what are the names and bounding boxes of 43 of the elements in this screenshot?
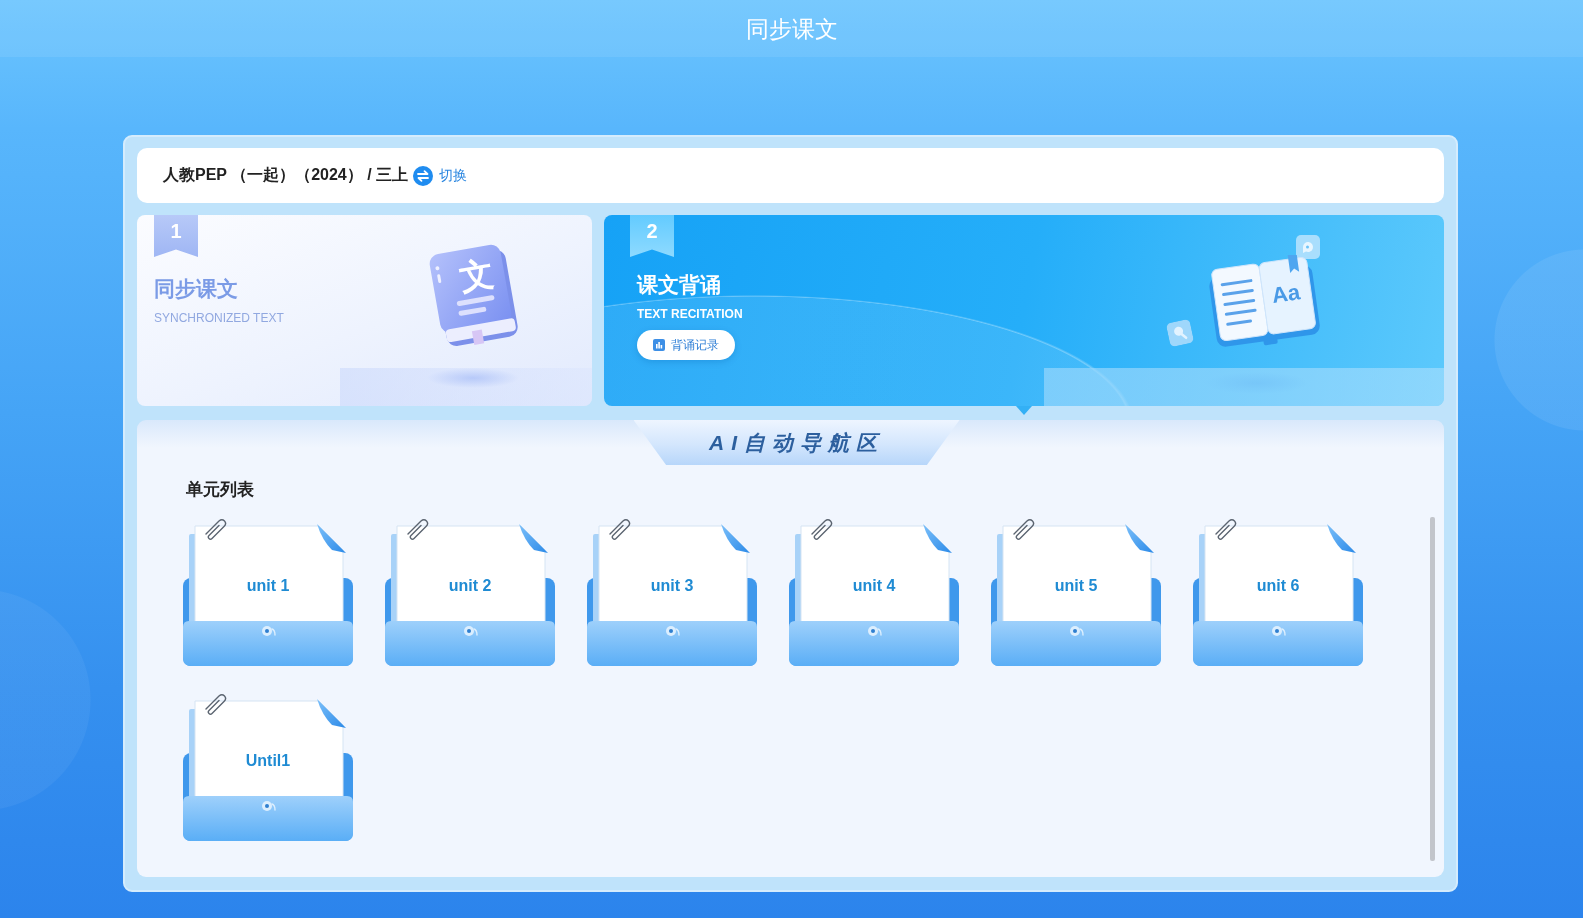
swap-icon (413, 165, 434, 186)
scrollbar[interactable] (1430, 517, 1435, 861)
bar-chart-icon (653, 339, 665, 351)
ring-icon (262, 801, 276, 811)
unit-folder[interactable]: unit 1 (183, 518, 353, 668)
ring-icon (666, 626, 680, 636)
paperclip-icon (609, 519, 631, 540)
mode-title: 同步课文 (154, 276, 238, 302)
ring-icon (262, 626, 276, 636)
mode-title: 课文背诵 (637, 272, 721, 298)
mode-subtitle: TEXT RECITATION (637, 306, 743, 322)
unit-folder[interactable]: unit 6 (1193, 518, 1363, 668)
chat-bubble-icon (1296, 235, 1320, 259)
page-title: 同步课文 (745, 14, 838, 44)
pointer-icon (1016, 406, 1032, 415)
record-button[interactable]: 背诵记录 (637, 330, 735, 360)
unit-folder[interactable]: unit 5 (991, 518, 1161, 668)
mode-subtitle: SYNCHRONIZED TEXT (154, 310, 284, 326)
switch-link[interactable]: 切换 (413, 165, 468, 186)
unit-folder[interactable]: Until1 (183, 693, 353, 843)
step-ribbon: 2 (630, 215, 674, 257)
magnifier-icon (1165, 318, 1195, 348)
paperclip-icon (205, 519, 227, 540)
mode-card[interactable]: 1 同步课文 SYNCHRONIZED TEXT 文 (137, 215, 592, 406)
step-ribbon: 1 (154, 215, 198, 257)
ring-icon (1272, 626, 1286, 636)
ring-icon (1070, 626, 1084, 636)
paperclip-icon (1215, 519, 1237, 540)
unit-list-title: 单元列表 (186, 479, 254, 501)
textbook-path: 人教PEP （一起）（2024） / 三上 (163, 165, 409, 185)
paperclip-icon (1013, 519, 1035, 540)
unit-folder[interactable]: unit 4 (789, 518, 959, 668)
page-glyph: Aa (1270, 281, 1302, 307)
unit-folder[interactable]: unit 2 (385, 518, 555, 668)
unit-folder[interactable]: unit 3 (587, 518, 757, 668)
cover-glyph: 文 (457, 255, 497, 295)
paperclip-icon (811, 519, 833, 540)
ring-icon (868, 626, 882, 636)
ring-icon (464, 626, 478, 636)
section-banner: AI自动导航区 (633, 420, 960, 465)
paperclip-icon (205, 694, 227, 715)
open-book-icon (1208, 255, 1320, 349)
paperclip-icon (407, 519, 429, 540)
